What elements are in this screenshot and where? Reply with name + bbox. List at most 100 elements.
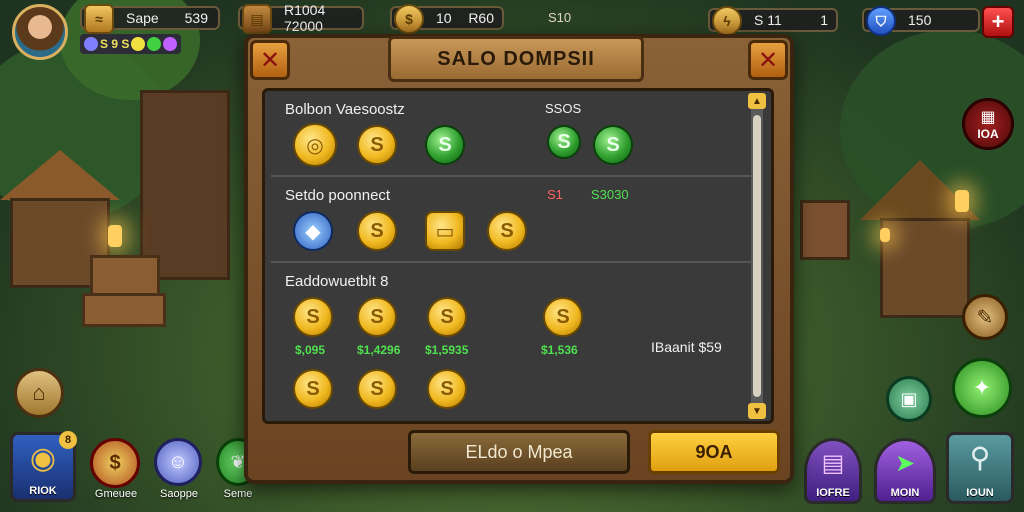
coin-symbol: S <box>370 219 384 242</box>
riok-menu-button[interactable]: ◉ 8 RIOK <box>10 431 77 502</box>
gold-coin-icon[interactable]: S <box>543 297 583 337</box>
coin-pile-icon[interactable]: ◎ <box>293 123 337 167</box>
gem-icon <box>84 37 98 51</box>
scrollbar[interactable]: ▲ ▼ <box>748 93 766 419</box>
section-1: Bolbon Vaesoostz SSOS ◎ S S S S <box>271 91 751 177</box>
gold-coin-icon[interactable]: S <box>487 211 527 251</box>
pet-button[interactable]: ☺ <box>154 438 202 486</box>
search-tool-label: IOUN <box>966 487 994 499</box>
cash-icon[interactable]: ▭ <box>425 211 465 251</box>
green-coin-icon[interactable]: S <box>593 125 633 165</box>
gold-coin-icon[interactable]: S <box>357 297 397 337</box>
green-coin-icon[interactable]: S <box>425 125 465 165</box>
coins-shop-button[interactable]: $ <box>90 438 140 488</box>
moin-button[interactable]: ➤ MOIN <box>874 438 936 504</box>
coin-icon: $ <box>394 4 424 34</box>
pet-label: Saoppe <box>160 488 198 500</box>
gold-label: S10 <box>548 10 572 25</box>
close-icon: ✕ <box>259 46 281 74</box>
coin-value: 10 <box>436 10 452 26</box>
riok-badge: 8 <box>59 431 77 449</box>
store-button[interactable]: ▤ IOFRE <box>804 438 862 504</box>
section-2-side-label: S1 <box>547 187 563 202</box>
coin-symbol: S <box>440 377 454 400</box>
secondary-action-button[interactable]: ELdo o Mpea <box>408 430 630 474</box>
coin-symbol: S <box>606 133 620 156</box>
item-price: $1,4296 <box>357 343 401 357</box>
backpack-icon: ▣ <box>900 388 918 409</box>
coin-symbol: S <box>438 133 452 156</box>
pet-icon: ☺ <box>167 450 189 473</box>
primary-action-button[interactable]: 9OA <box>648 430 780 474</box>
home-icon: ⌂ <box>32 380 46 405</box>
player-name: Sape <box>126 10 159 26</box>
gem-icon <box>131 37 146 51</box>
scrollbar-thumb[interactable] <box>753 115 761 397</box>
coin-symbol: S <box>556 305 570 328</box>
shield-resource-bar: ⛉ 150 <box>862 6 980 36</box>
gold-coin-icon[interactable]: S <box>427 297 467 337</box>
chest-value: R1004 72000 <box>284 2 326 34</box>
coin-symbol: S <box>306 305 320 328</box>
home-button[interactable]: ⌂ <box>14 368 64 418</box>
gold-coin-icon[interactable]: S <box>427 369 467 409</box>
calendar-icon: ▦ <box>980 109 996 126</box>
dialog-title: SALO DOMPSII <box>388 36 644 82</box>
green-coin-icon[interactable]: S <box>547 125 581 159</box>
gold-coin-icon[interactable]: S <box>357 125 397 165</box>
calendar-button[interactable]: ▦ IOA <box>962 98 1014 150</box>
shield-count: 150 <box>908 12 932 28</box>
gold-coin-icon[interactable]: S <box>293 369 333 409</box>
gold-coin-icon[interactable]: S <box>293 297 333 337</box>
coin-symbol: S <box>440 305 454 328</box>
item-price: $,095 <box>295 343 326 357</box>
palette-icon: ✎ <box>976 306 994 329</box>
section-1-side-label: SSOS <box>545 101 582 116</box>
energy-value: S 11 <box>754 12 782 28</box>
blue-gem-icon[interactable]: ◆ <box>293 211 333 251</box>
close-button[interactable]: ✕ <box>748 40 788 80</box>
palette-button[interactable]: ✎ <box>962 294 1008 340</box>
store-icon: ▤ <box>821 450 845 477</box>
back-button[interactable]: ✕ <box>250 40 290 80</box>
coin-symbol: S <box>370 133 384 156</box>
scroll-down-icon[interactable]: ▼ <box>748 403 766 419</box>
coin-symbol: S <box>306 377 320 400</box>
coin-symbol: S <box>500 219 514 242</box>
scene-label: Seme <box>223 488 253 500</box>
primary-action-label: 9OA <box>695 441 733 462</box>
section-2-title: Setdo poonnect <box>285 187 391 204</box>
player-name-bar: ≈ Sape 539 <box>80 4 220 34</box>
gold-coin-icon[interactable]: S <box>357 369 397 409</box>
shop-dialog: ✕ SALO DOMPSII ✕ Bolbon Vaesoostz SSOS ◎… <box>244 34 794 484</box>
player-avatar[interactable] <box>12 4 68 60</box>
arrow-icon: ➤ <box>894 450 916 477</box>
map-icon: ✦ <box>972 375 992 400</box>
shield-icon: ⛉ <box>866 6 896 36</box>
coin-symbol: S <box>370 377 384 400</box>
coin-extra: R60 <box>468 10 494 26</box>
gem-icon <box>163 37 178 51</box>
bread-icon: ≈ <box>84 4 114 34</box>
item-price: $1,536 <box>541 343 578 357</box>
energy-resource-bar: ϟ S 11 1 <box>708 6 838 36</box>
coin-symbol: S <box>370 305 384 328</box>
scroll-up-icon[interactable]: ▲ <box>748 93 766 109</box>
map-button[interactable]: ✦ <box>952 358 1012 418</box>
section-2: Setdo poonnect S1 S3030 ◆ S ▭ S <box>271 179 751 263</box>
secondary-action-label: ELdo o Mpea <box>465 441 573 462</box>
globe-icon: ◉ <box>29 442 57 475</box>
coin-resource-bar: $ 10 R60 <box>390 4 504 34</box>
item-list-panel[interactable]: Bolbon Vaesoostz SSOS ◎ S S S S Setdo po… <box>262 88 774 424</box>
dialog-title-text: SALO DOMPSII <box>437 47 595 70</box>
gem-icon <box>147 37 162 51</box>
item-price: $1,5935 <box>425 343 469 357</box>
gold-coin-icon[interactable]: S <box>357 211 397 251</box>
backpack-button[interactable]: ▣ <box>886 376 932 422</box>
chest-resource-bar: ▤ R1004 72000 <box>238 2 364 34</box>
search-tool-button[interactable]: ⚲ IOUN <box>946 432 1014 504</box>
store-label: IOFRE <box>816 487 850 499</box>
lightning-icon: ϟ <box>712 6 742 36</box>
close-icon: ✕ <box>757 46 779 74</box>
add-resource-button[interactable]: + <box>982 6 1014 38</box>
